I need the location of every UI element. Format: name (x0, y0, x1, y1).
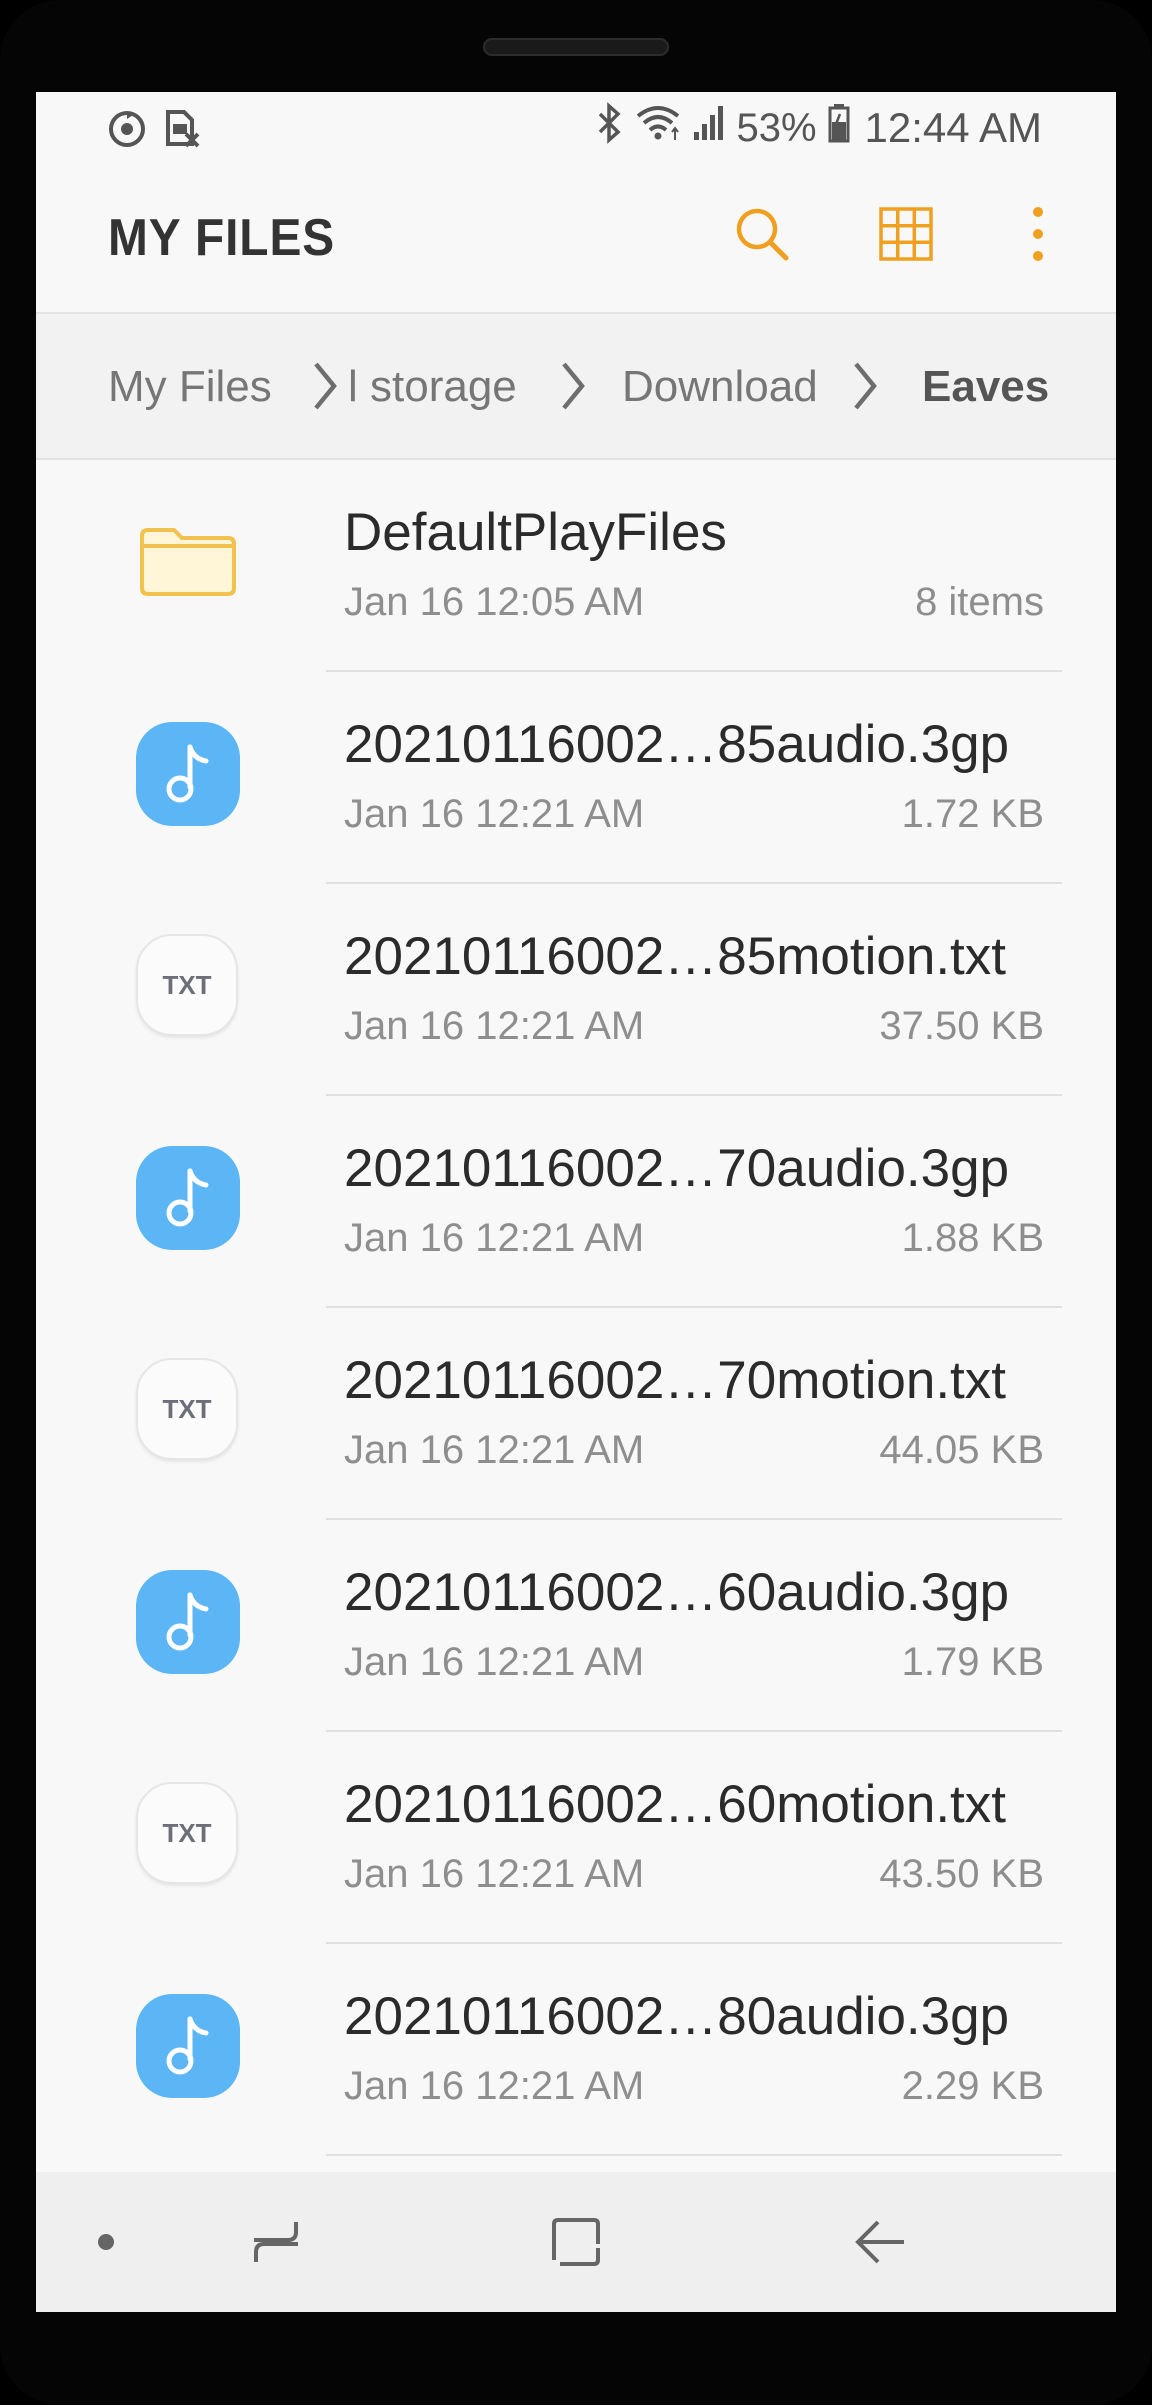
search-button[interactable] (722, 196, 802, 276)
file-name: 20210116002…60motion.txt (344, 1775, 1007, 1834)
file-list: DefaultPlayFiles Jan 16 12:05 AM 8 items (36, 460, 1116, 2156)
breadcrumb: My Files l storage Download Eaves (36, 314, 1116, 460)
list-item[interactable]: 20210116002…60audio.3gp Jan 16 12:21 AM … (36, 1520, 1116, 1732)
breadcrumb-storage[interactable]: l storage (348, 362, 517, 412)
file-date: Jan 16 12:05 AM (344, 580, 645, 624)
list-item[interactable]: TXT 20210116002…85motion.txt Jan 16 12:2… (36, 884, 1116, 1096)
divider (326, 2154, 1062, 2156)
grid-view-button[interactable] (866, 196, 946, 276)
item-count: 8 items (915, 580, 1044, 624)
list-item[interactable]: 20210116002…85audio.3gp Jan 16 12:21 AM … (36, 672, 1116, 884)
breadcrumb-current[interactable]: Eaves (922, 362, 1049, 412)
screen: 53% 12:44 AM MY FILES My Files l storage… (36, 92, 1116, 2312)
file-size: 44.05 KB (879, 1428, 1044, 1472)
signal-icon (692, 102, 726, 154)
battery-icon (827, 102, 851, 154)
wifi-icon (634, 102, 682, 154)
audio-file-icon (136, 1994, 240, 2098)
nav-dot-button[interactable] (66, 2204, 146, 2284)
list-item[interactable]: 20210116002…80audio.3gp Jan 16 12:21 AM … (36, 1944, 1116, 2156)
more-options-button[interactable] (998, 196, 1078, 276)
folder-icon (136, 510, 240, 614)
grid-view-icon (877, 205, 935, 268)
list-item[interactable]: TXT 20210116002…70motion.txt Jan 16 12:2… (36, 1308, 1116, 1520)
chevron-right-icon (848, 358, 880, 425)
bluetooth-icon (596, 102, 624, 154)
file-date: Jan 16 12:21 AM (344, 792, 645, 836)
file-size: 1.72 KB (901, 792, 1044, 836)
earpiece-speaker (483, 38, 669, 56)
page-title: MY FILES (108, 209, 336, 267)
chevron-right-icon (556, 358, 588, 425)
status-bar: 53% 12:44 AM (36, 92, 1116, 166)
breadcrumb-my-files[interactable]: My Files (108, 362, 272, 412)
chevron-right-icon (308, 358, 340, 425)
clock: 12:44 AM (864, 104, 1042, 151)
txt-file-icon: TXT (136, 1358, 240, 1462)
phone-frame: 53% 12:44 AM MY FILES My Files l storage… (0, 0, 1152, 2405)
list-item[interactable]: TXT 20210116002…60motion.txt Jan 16 12:2… (36, 1732, 1116, 1944)
audio-file-icon (136, 1570, 240, 1674)
search-icon (732, 204, 792, 269)
home-icon (548, 2214, 604, 2275)
file-date: Jan 16 12:21 AM (344, 2064, 645, 2108)
file-date: Jan 16 12:21 AM (344, 1428, 645, 1472)
audio-file-icon (136, 1146, 240, 1250)
file-date: Jan 16 12:21 AM (344, 1640, 645, 1684)
file-size: 1.79 KB (901, 1640, 1044, 1684)
file-date: Jan 16 12:21 AM (344, 1216, 645, 1260)
list-item[interactable]: 20210116002…70audio.3gp Jan 16 12:21 AM … (36, 1096, 1116, 1308)
audio-file-icon (136, 722, 240, 826)
dot-icon (96, 2232, 116, 2257)
file-size: 43.50 KB (879, 1852, 1044, 1896)
sim-off-icon (162, 108, 202, 155)
sync-icon (106, 108, 148, 155)
file-name: 20210116002…60audio.3gp (344, 1563, 1010, 1622)
recents-icon (248, 2214, 304, 2275)
file-name: DefaultPlayFiles (344, 503, 727, 562)
back-icon (852, 2214, 908, 2275)
breadcrumb-download[interactable]: Download (622, 362, 818, 412)
file-name: 20210116002…70motion.txt (344, 1351, 1007, 1410)
list-item[interactable]: DefaultPlayFiles Jan 16 12:05 AM 8 items (36, 460, 1116, 672)
app-bar: MY FILES (36, 166, 1116, 314)
status-right: 53% 12:44 AM (596, 102, 1042, 154)
recents-button[interactable] (236, 2204, 316, 2284)
file-name: 20210116002…85audio.3gp (344, 715, 1010, 774)
more-options-icon (1028, 204, 1048, 269)
file-size: 2.29 KB (901, 2064, 1044, 2108)
file-date: Jan 16 12:21 AM (344, 1004, 645, 1048)
battery-percent: 53% (736, 105, 817, 150)
home-button[interactable] (536, 2204, 616, 2284)
file-name: 20210116002…85motion.txt (344, 927, 1007, 986)
txt-file-icon: TXT (136, 1782, 240, 1886)
txt-file-icon: TXT (136, 934, 240, 1038)
file-name: 20210116002…80audio.3gp (344, 1987, 1010, 2046)
file-size: 1.88 KB (901, 1216, 1044, 1260)
back-button[interactable] (840, 2204, 920, 2284)
file-name: 20210116002…70audio.3gp (344, 1139, 1010, 1198)
file-size: 37.50 KB (879, 1004, 1044, 1048)
file-date: Jan 16 12:21 AM (344, 1852, 645, 1896)
navigation-bar (36, 2172, 1116, 2312)
